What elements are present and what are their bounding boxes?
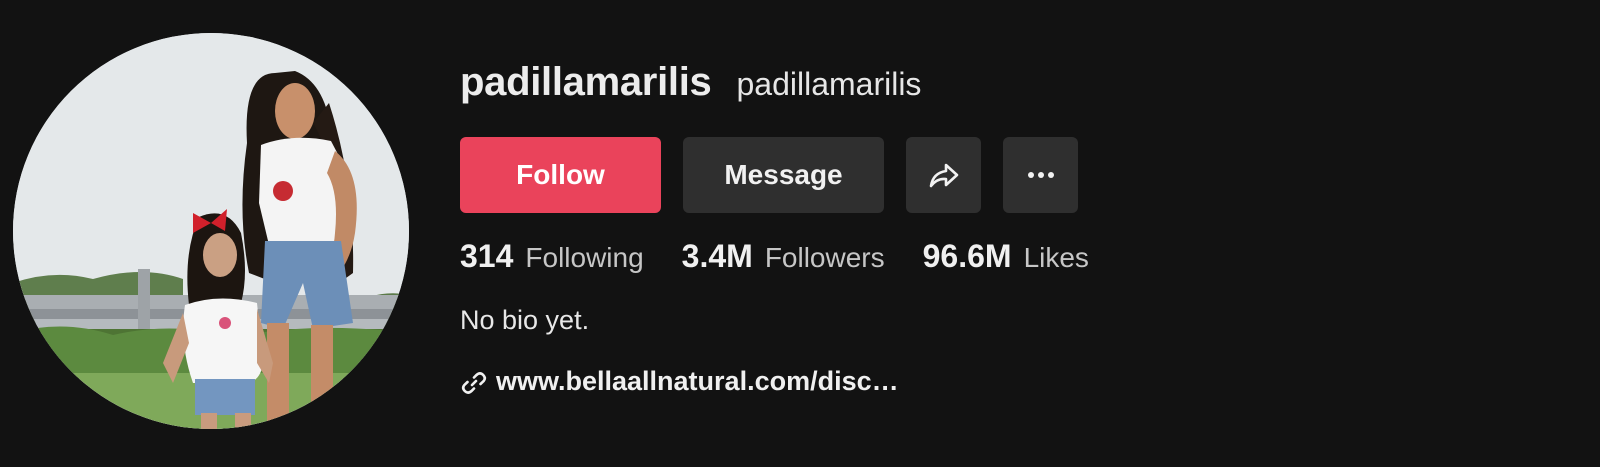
profile-bio: No bio yet. bbox=[460, 305, 590, 335]
share-arrow-icon bbox=[929, 163, 958, 188]
profile-avatar[interactable] bbox=[13, 33, 409, 429]
share-button[interactable] bbox=[906, 137, 981, 213]
likes-label: Likes bbox=[1023, 242, 1089, 273]
stat-followers[interactable]: 3.4M Followers bbox=[682, 238, 885, 275]
stat-following[interactable]: 314 Following bbox=[460, 238, 644, 275]
link-icon bbox=[461, 372, 487, 394]
more-options-button[interactable] bbox=[1003, 137, 1078, 213]
following-label: Following bbox=[525, 242, 644, 273]
profile-info: padillamarilis padillamarilis Follow Mes… bbox=[460, 60, 1089, 396]
display-name: padillamarilis bbox=[460, 60, 712, 104]
follow-button[interactable]: Follow bbox=[460, 137, 661, 213]
profile-actions: Follow Message bbox=[460, 137, 1078, 213]
profile-link[interactable]: www.bellaallnatural.com/disc… bbox=[460, 365, 899, 397]
more-dots-icon bbox=[1027, 172, 1054, 178]
message-button[interactable]: Message bbox=[683, 137, 884, 213]
name-row: padillamarilis padillamarilis bbox=[460, 60, 921, 118]
username-handle: padillamarilis bbox=[736, 66, 922, 102]
likes-count: 96.6M bbox=[922, 238, 1012, 274]
followers-label: Followers bbox=[764, 242, 885, 273]
profile-stats: 314 Following 3.4M Followers 96.6M Likes bbox=[460, 238, 1127, 275]
profile-link-text[interactable]: www.bellaallnatural.com/disc… bbox=[496, 366, 899, 397]
followers-count: 3.4M bbox=[681, 238, 753, 274]
avatar-photo bbox=[13, 33, 409, 429]
following-count: 314 bbox=[460, 238, 514, 274]
stat-likes: 96.6M Likes bbox=[923, 238, 1089, 275]
